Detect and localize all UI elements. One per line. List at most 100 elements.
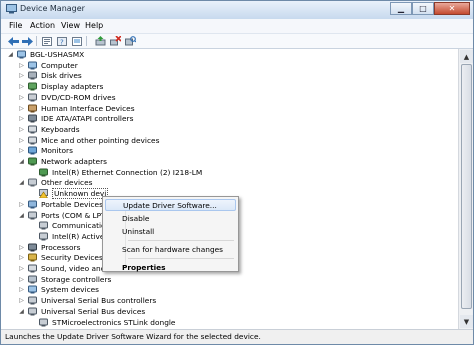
tree-item[interactable]: ▷ Security Devices: [18, 252, 103, 263]
minimize-button[interactable]: ▁: [390, 2, 412, 15]
scroll-down-icon[interactable]: ▼: [460, 315, 473, 328]
tree-item[interactable]: ▷ IDE ATA/ATAPI controllers: [18, 113, 133, 124]
expand-arrow-icon[interactable]: ▷: [18, 276, 25, 283]
expand-arrow-icon[interactable]: ▷: [18, 126, 25, 133]
update-driver-icon[interactable]: [94, 36, 106, 46]
vertical-scrollbar[interactable]: ▲ ▼: [458, 49, 473, 329]
collapse-arrow-icon[interactable]: ◢: [18, 158, 25, 165]
menu-file[interactable]: File: [9, 21, 22, 30]
security-device-icon: [28, 253, 37, 262]
context-menu-item-label: Properties: [122, 262, 166, 272]
context-menu-item-disable[interactable]: Disable: [105, 212, 236, 224]
tree-item[interactable]: ▷ Human Interface Devices: [18, 103, 134, 114]
show-hidden-icon[interactable]: [71, 36, 83, 46]
tree-item[interactable]: ◢ Universal Serial Bus devices: [18, 306, 145, 317]
expand-arrow-icon[interactable]: ▷: [18, 115, 25, 122]
context-menu-item-properties[interactable]: Properties: [105, 261, 236, 273]
computer-icon: [28, 61, 37, 70]
tree-item[interactable]: ▷ Portable Devices: [18, 199, 103, 210]
tree-item-label: IDE ATA/ATAPI controllers: [41, 114, 134, 124]
tree-item[interactable]: ▷ Keyboards: [18, 124, 79, 135]
context-menu-item-update-driver-software[interactable]: Update Driver Software...: [105, 199, 236, 211]
maximize-button[interactable]: □: [412, 2, 434, 15]
collapse-arrow-icon[interactable]: ◢: [18, 212, 25, 219]
close-button[interactable]: ✕: [434, 2, 470, 15]
menu-action[interactable]: Action: [30, 21, 55, 30]
scan-hardware-icon[interactable]: [124, 36, 136, 46]
keyboard-icon: [28, 125, 37, 134]
tree-item-label: Other devices: [41, 178, 93, 188]
context-menu-separator: [128, 258, 234, 259]
back-icon[interactable]: [7, 36, 19, 46]
monitor-icon: [28, 146, 37, 155]
mouse-icon: [28, 136, 37, 145]
device-tree[interactable]: ◢ BGL-USHASMX ▷ Computer ▷ Disk drives ▷ Displa…: [3, 49, 458, 329]
menu-help[interactable]: Help: [85, 21, 103, 30]
menu-view[interactable]: View: [61, 21, 80, 30]
tree-item[interactable]: ▷ DVD/CD-ROM drives: [18, 92, 116, 103]
collapse-arrow-icon[interactable]: ◢: [7, 51, 14, 58]
expand-arrow-icon[interactable]: ▷: [18, 244, 25, 251]
collapse-arrow-icon[interactable]: ◢: [18, 179, 25, 186]
expand-arrow-icon[interactable]: ▷: [18, 286, 25, 293]
tree-item[interactable]: ▷ Universal Serial Bus controllers: [18, 295, 156, 306]
toolbar-separator: [36, 36, 37, 46]
tree-item[interactable]: ▷ Disk drives: [18, 70, 82, 81]
expand-arrow-icon[interactable]: ▷: [18, 72, 25, 79]
context-menu-item-scan-for-hardware-changes[interactable]: Scan for hardware changes: [105, 243, 236, 255]
help-icon[interactable]: ?: [56, 36, 68, 46]
tree-item-label: Universal Serial Bus controllers: [41, 296, 157, 306]
tree-item[interactable]: ▷ Display adapters: [18, 81, 103, 92]
expand-arrow-icon[interactable]: ▷: [18, 265, 25, 272]
other-devices-icon: [28, 178, 37, 187]
expand-arrow-icon[interactable]: ▷: [18, 83, 25, 90]
expand-arrow-icon[interactable]: ▷: [18, 147, 25, 154]
tree-item-label: Security Devices: [41, 253, 103, 263]
tree-item[interactable]: Unknown devi: [29, 188, 109, 200]
sound-icon: [28, 264, 37, 273]
tree-item[interactable]: ◢ Network adapters: [18, 156, 107, 167]
tree-item[interactable]: ▷ Storage controllers: [18, 274, 111, 285]
tree-item[interactable]: Intel(R) Ethernet Connection (2) I218-LM: [29, 167, 202, 178]
port-icon: [28, 211, 37, 220]
uninstall-icon[interactable]: [109, 36, 121, 46]
tree-item[interactable]: Communicatio: [29, 220, 106, 231]
properties-icon[interactable]: [41, 36, 53, 46]
tree-item-label: Mice and other pointing devices: [41, 135, 160, 145]
tree-item-label: Storage controllers: [41, 274, 112, 284]
tree-item[interactable]: ▷ Mice and other pointing devices: [18, 135, 159, 146]
tree-item[interactable]: ▷ Processors: [18, 242, 80, 253]
expand-arrow-icon[interactable]: ▷: [18, 62, 25, 69]
expand-arrow-icon[interactable]: ▷: [18, 137, 25, 144]
tree-item-label: DVD/CD-ROM drives: [41, 92, 116, 102]
tree-item[interactable]: ▷ Sound, video and: [18, 263, 105, 274]
collapse-arrow-icon[interactable]: ◢: [18, 308, 25, 315]
device-manager-window: Device Manager ▁ □ ✕ File Action View He…: [0, 0, 474, 345]
expand-arrow-icon[interactable]: ▷: [18, 297, 25, 304]
expand-arrow-icon[interactable]: ▷: [18, 201, 25, 208]
portable-device-icon: [28, 200, 37, 209]
tree-item[interactable]: ▷ System devices: [18, 284, 99, 295]
tree-item[interactable]: ▷ Monitors: [18, 145, 73, 156]
expand-arrow-icon[interactable]: ▷: [18, 105, 25, 112]
tree-item[interactable]: ▷ Computer: [18, 60, 78, 71]
tree-item[interactable]: ◢ Other devices: [18, 177, 92, 188]
ide-controller-icon: [28, 114, 37, 123]
usb-device-icon: [39, 318, 48, 327]
expand-arrow-icon[interactable]: ▷: [18, 254, 25, 261]
system-device-icon: [28, 285, 37, 294]
forward-icon[interactable]: [21, 36, 33, 46]
tree-item-label: Disk drives: [41, 71, 82, 81]
network-card-icon: [39, 168, 48, 177]
tree-item[interactable]: ◢ BGL-USHASMX: [7, 49, 84, 60]
scroll-up-icon[interactable]: ▲: [460, 50, 473, 63]
scroll-thumb[interactable]: [461, 64, 472, 309]
tree-item[interactable]: ◢ Ports (COM & LPT: [18, 210, 105, 221]
expand-arrow-icon[interactable]: ▷: [18, 94, 25, 101]
context-menu-item-uninstall[interactable]: Uninstall: [105, 225, 236, 237]
device-manager-icon: [6, 4, 17, 14]
title-bar[interactable]: Device Manager ▁ □ ✕: [1, 1, 473, 19]
tree-item[interactable]: Intel(R) Active: [29, 231, 104, 242]
tree-item[interactable]: STMicroelectronics STLink dongle: [29, 317, 175, 328]
toolbar-separator: [86, 36, 87, 46]
